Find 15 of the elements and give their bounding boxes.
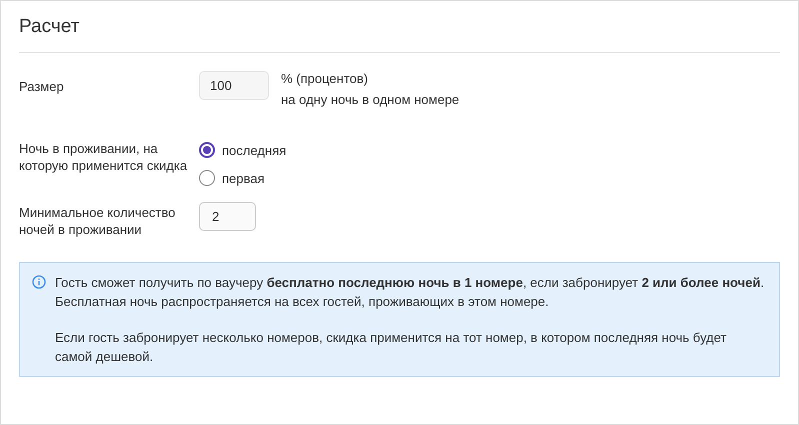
radio-option[interactable]: последняя: [199, 142, 286, 158]
input-field[interactable]: 2: [199, 202, 256, 231]
info-text: Если гость забронирует несколько номеров, скидка применится на тот номер, в котором последняя ночь будет самой дешевой.: [55, 329, 728, 366]
section-title: Расчет: [19, 15, 80, 39]
radio-option[interactable]: первая: [199, 170, 286, 186]
field-label: Ночь в проживании, на которую применится скидка: [19, 140, 188, 175]
input-field[interactable]: 100: [199, 71, 269, 100]
radio-button[interactable]: [199, 170, 215, 186]
radio-button[interactable]: [199, 142, 215, 158]
field-label: Размер: [19, 78, 65, 96]
note-text: на одну ночь в одном номере: [281, 91, 460, 108]
info-icon: [32, 275, 46, 289]
unit-text: % (процентов): [281, 70, 369, 87]
info-text: Гость сможет получить по ваучеру бесплатно последнюю ночь в 1 номере, если забронирует 2 или более ночей. Бесплатная ночь распространяется на всех гостей, проживающих в этом номере.: [55, 274, 766, 311]
field-label: Минимальное количество ночей в проживании: [19, 204, 176, 238]
